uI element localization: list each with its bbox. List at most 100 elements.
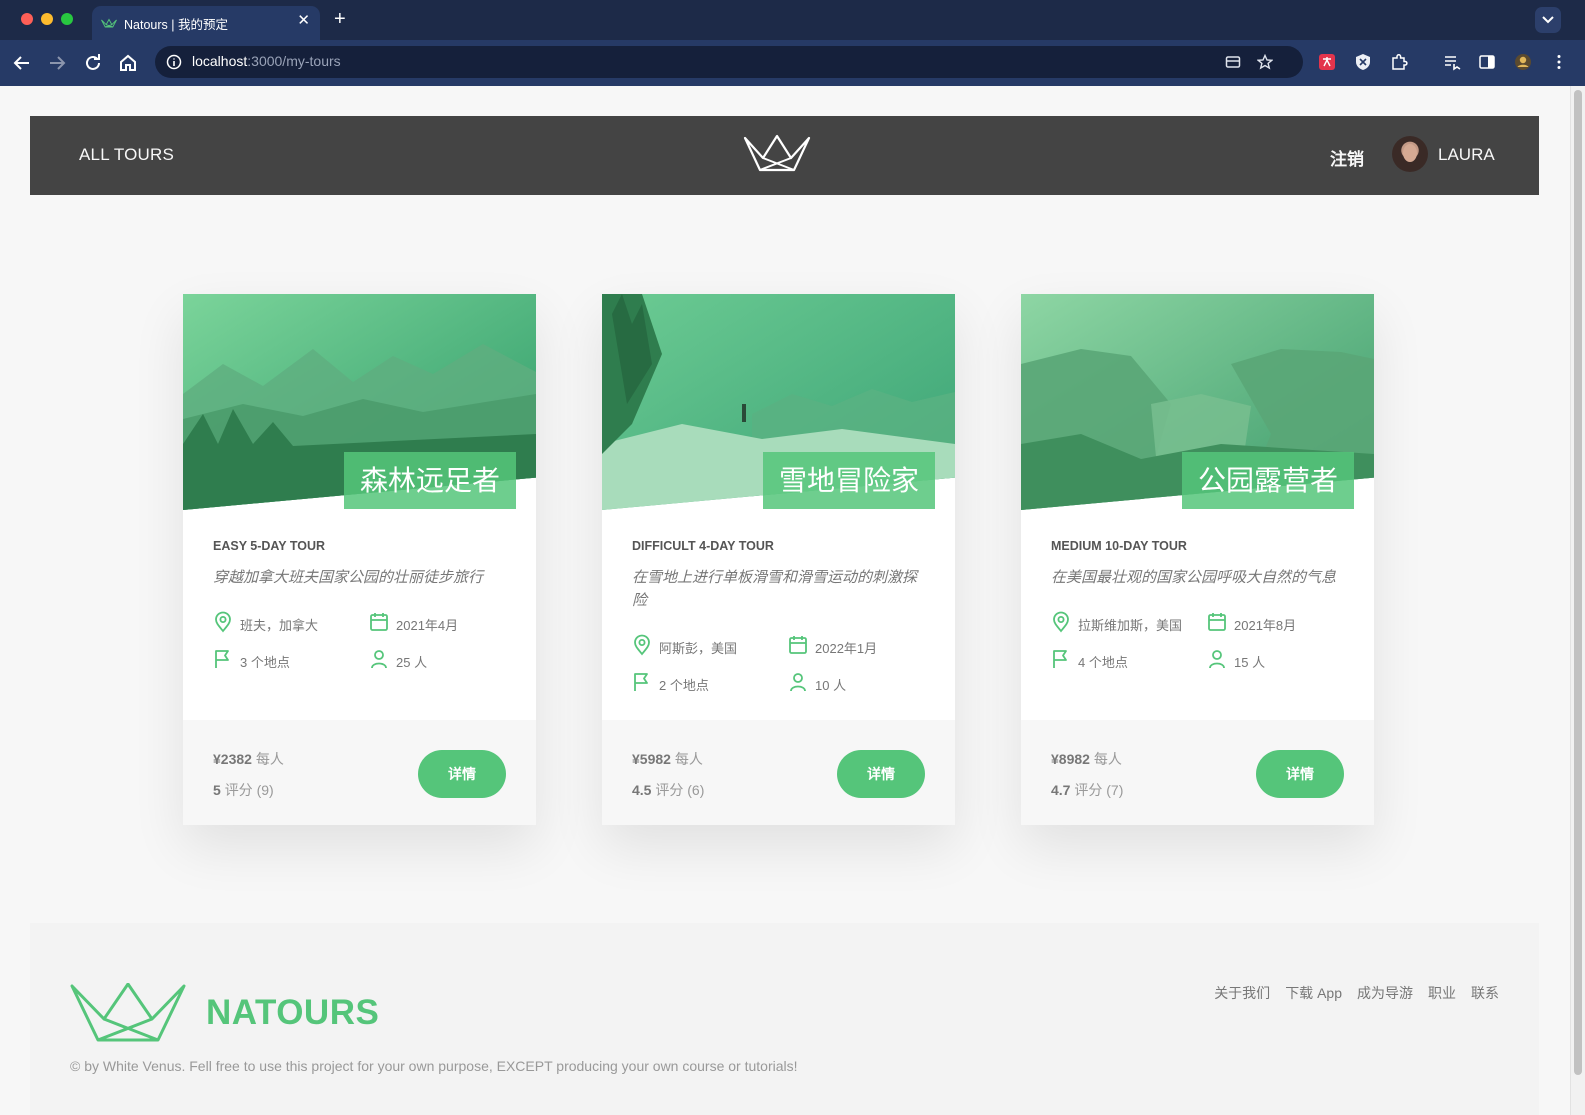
tour-summary: 在美国最壮观的国家公园呼吸大自然的气息 [1051,569,1337,586]
tour-location-text: 拉斯维加斯，美国 [1078,618,1183,633]
flag-icon [215,650,229,668]
footer-link-download-app[interactable]: 下载 App [1285,983,1342,1003]
minimize-window-button[interactable] [41,13,53,25]
tour-date: 2021年4月 [369,610,509,634]
browser-tab-bar: Natours | 我的预定 ✕ + [0,0,1585,40]
translate-extension-icon[interactable] [1318,53,1336,71]
tour-rating: 4.5 评分 (6) [632,780,704,800]
tour-stops: 3 个地点 [213,647,353,671]
footer-link-about[interactable]: 关于我们 [1214,983,1270,1003]
side-panel-icon[interactable] [1478,53,1496,71]
tour-rating-value: 4.5 [632,782,652,798]
map-pin-icon [1053,611,1069,633]
tour-people: 15 人 [1207,647,1347,671]
maximize-window-button[interactable] [61,13,73,25]
tour-location-text: 阿斯彭，美国 [659,641,738,656]
tab-search-button[interactable] [1535,7,1561,33]
tour-rating-value: 4.7 [1051,782,1071,798]
tour-date-text: 2022年1月 [815,641,878,656]
all-tours-link[interactable]: ALL TOURS [79,145,174,165]
tour-stops: 4 个地点 [1051,647,1191,671]
scrollbar-thumb[interactable] [1574,90,1582,1075]
url-text: localhost:3000/my-tours [192,53,341,69]
address-bar[interactable]: localhost:3000/my-tours [155,46,1303,78]
natours-logo-icon[interactable] [743,134,811,172]
tour-location-text: 班夫，加拿大 [240,618,319,633]
tour-price-unit: 每人 [255,751,284,767]
tour-price: ¥2382 每人 [213,749,284,769]
tour-rating-label: 评分 (7) [1074,782,1124,798]
reload-icon[interactable] [82,52,104,74]
home-icon[interactable] [117,52,139,74]
tour-location: 阿斯彭，美国 [632,633,772,657]
natours-favicon-icon [101,18,117,28]
tour-title: 森林远足者 [343,452,516,509]
tour-people-text: 25 人 [396,655,428,670]
tour-date: 2022年1月 [788,633,928,657]
tour-card: 雪地冒险家 DIFFICULT 4-DAY TOUR 在雪地上进行单板滑雪和滑雪… [602,294,955,825]
footer-link-become-guide[interactable]: 成为导游 [1357,983,1413,1003]
tour-details-button[interactable]: 详情 [418,750,506,798]
tour-date: 2021年8月 [1207,610,1347,634]
reading-list-icon[interactable] [1443,53,1461,71]
puzzle-extensions-icon[interactable] [1390,53,1408,71]
tour-title: 公园露营者 [1181,452,1354,509]
tour-card-footer: ¥8982 每人 4.7 评分 (7) 详情 [1021,720,1374,825]
close-tab-icon[interactable]: ✕ [297,12,310,30]
tour-details-button[interactable]: 详情 [1256,750,1344,798]
footer-link-careers[interactable]: 职业 [1428,983,1456,1003]
tour-price-value: ¥8982 [1051,751,1090,767]
user-icon [790,673,806,692]
tour-rating-label: 评分 (9) [224,782,274,798]
new-tab-icon[interactable]: + [334,8,346,30]
tour-date-text: 2021年8月 [1234,618,1297,633]
tour-details-button[interactable]: 详情 [837,750,925,798]
calendar-icon [1208,613,1226,631]
footer-nav: 关于我们 下载 App 成为导游 职业 联系 [1214,983,1499,1003]
footer-link-contact[interactable]: 联系 [1471,983,1499,1003]
page-scrollbar[interactable] [1570,86,1585,1115]
bookmark-star-icon[interactable] [1257,54,1273,70]
tour-stops: 2 个地点 [632,670,772,694]
avatar [1392,136,1428,172]
forward-arrow-icon[interactable] [46,52,68,74]
profile-avatar-icon[interactable] [1514,53,1532,71]
user-name: LAURA [1438,145,1495,164]
tour-people-text: 10 人 [815,678,847,693]
tour-rating-label: 评分 (6) [655,782,705,798]
tour-price-value: ¥2382 [213,751,252,767]
logout-link[interactable]: 注销 [1330,145,1364,170]
map-pin-icon [215,611,231,633]
user-icon [1209,650,1225,669]
site-header: ALL TOURS 注销 LAURA [30,116,1539,195]
tour-price: ¥5982 每人 [632,749,703,769]
tour-date-text: 2021年4月 [396,618,459,633]
tour-subheading: EASY 5-DAY TOUR [213,539,326,553]
tour-people: 25 人 [369,647,509,671]
back-arrow-icon[interactable] [11,52,33,74]
tour-price: ¥8982 每人 [1051,749,1122,769]
tour-price-unit: 每人 [1093,751,1122,767]
tour-price-unit: 每人 [674,751,703,767]
chevron-down-icon [1542,16,1554,24]
site-info-icon[interactable] [166,54,182,70]
card-icon[interactable] [1225,54,1241,70]
tour-card: 森林远足者 EASY 5-DAY TOUR 穿越加拿大班夫国家公园的壮丽徒步旅行… [183,294,536,825]
calendar-icon [370,613,388,631]
browser-tab[interactable]: Natours | 我的预定 ✕ [92,6,320,40]
tour-stops-text: 4 个地点 [1078,655,1128,670]
tour-location: 班夫，加拿大 [213,610,353,634]
shield-extension-icon[interactable] [1354,53,1372,71]
url-path: :3000/my-tours [247,53,341,69]
tour-rating-value: 5 [213,782,221,798]
tour-card-footer: ¥2382 每人 5 评分 (9) 详情 [183,720,536,825]
tour-card: 公园露营者 MEDIUM 10-DAY TOUR 在美国最壮观的国家公园呼吸大自… [1021,294,1374,825]
tour-summary: 在雪地上进行单板滑雪和滑雪运动的刺激探险 [632,569,918,609]
flag-icon [1053,650,1067,668]
url-host: localhost [192,53,248,69]
close-window-button[interactable] [21,13,33,25]
user-icon [371,650,387,669]
site-footer: NATOURS 关于我们 下载 App 成为导游 职业 联系 © by Whit… [30,923,1539,1115]
browser-menu-icon[interactable] [1550,53,1568,71]
tour-people-text: 15 人 [1234,655,1266,670]
